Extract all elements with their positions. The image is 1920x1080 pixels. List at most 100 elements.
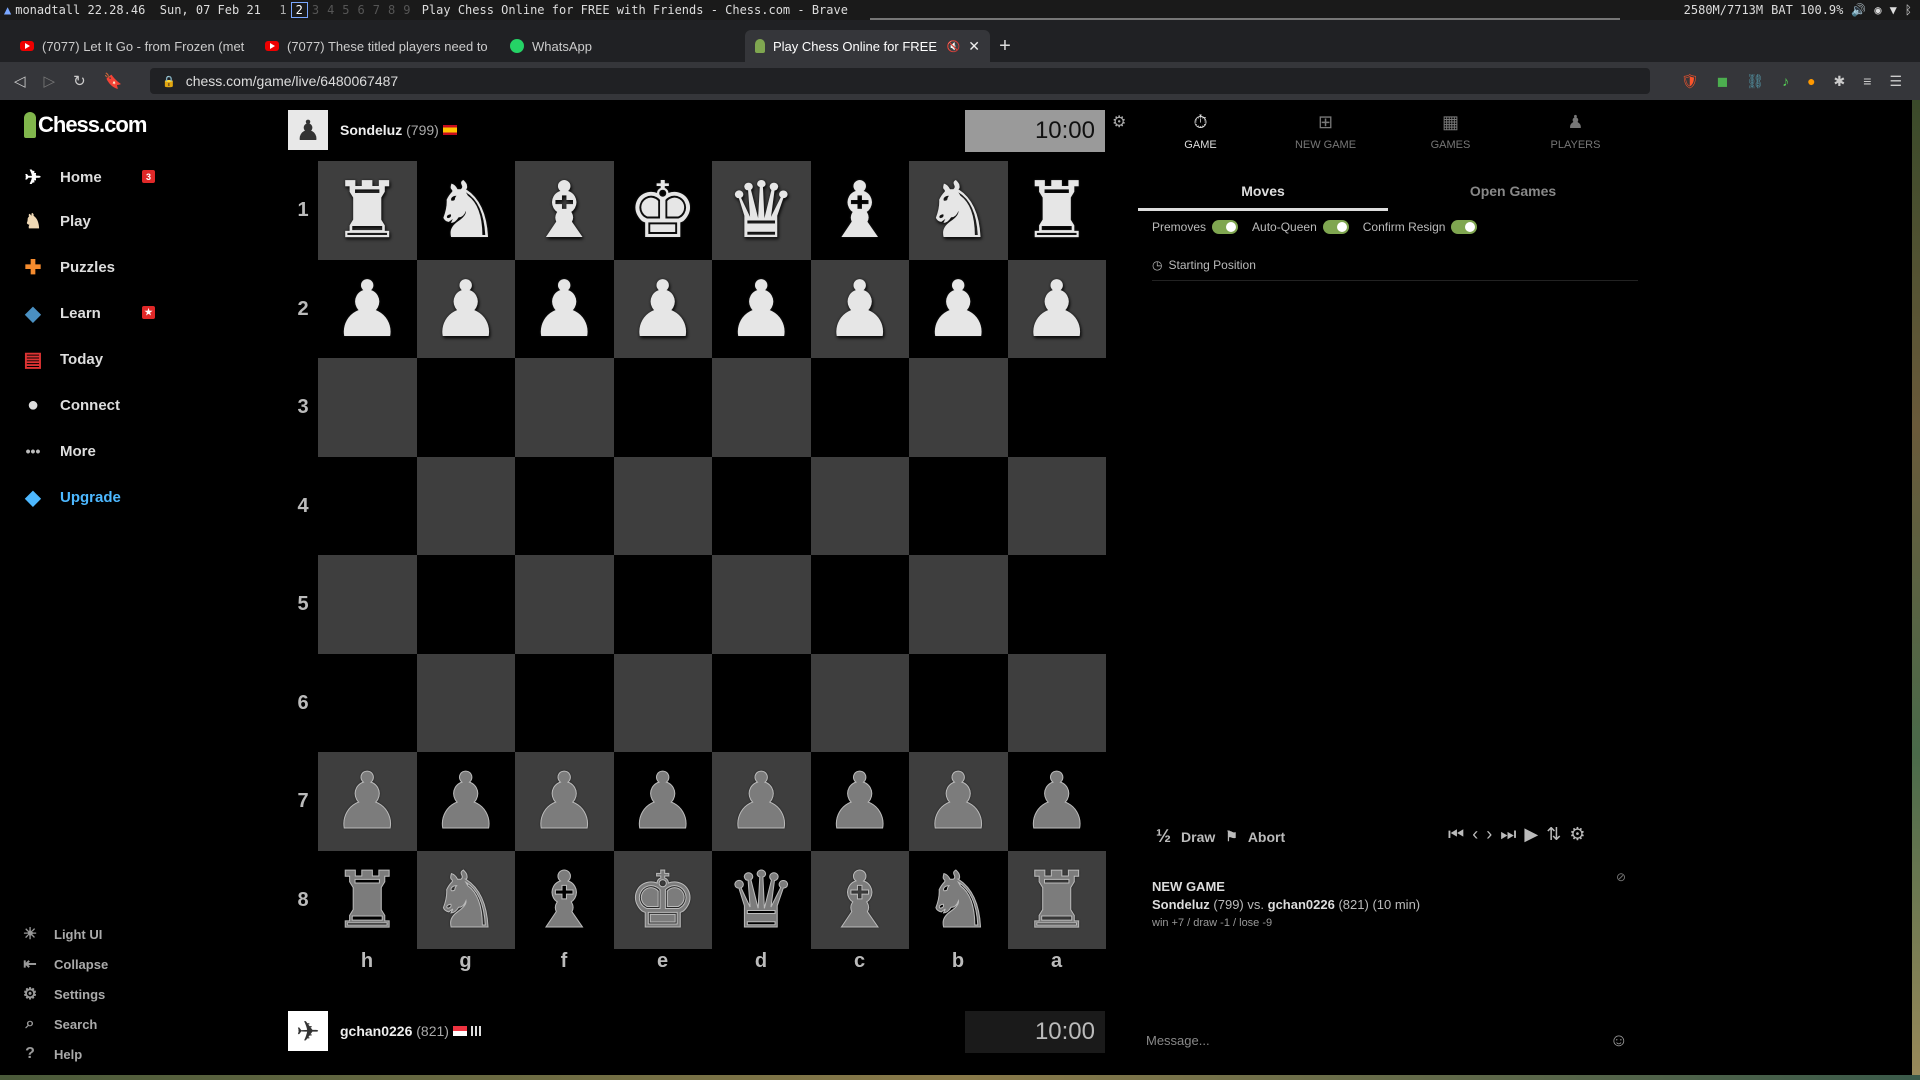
draw-button[interactable]: Draw: [1181, 829, 1215, 845]
white-pawn-icon[interactable]: ♟: [431, 270, 501, 348]
browser-tab[interactable]: (7077) Let It Go - from Frozen (met: [10, 30, 255, 62]
hide-chat-icon[interactable]: ⊘: [1616, 870, 1626, 884]
white-pawn-icon[interactable]: ♟: [1022, 270, 1092, 348]
menu-icon[interactable]: ☰: [1889, 73, 1902, 90]
board-square[interactable]: [1007, 653, 1106, 752]
extension-icon[interactable]: ◼: [1717, 73, 1729, 90]
board-settings-gear-icon[interactable]: ⚙: [1112, 112, 1126, 132]
next-move-icon[interactable]: ›: [1486, 824, 1492, 845]
panel-tab-game[interactable]: ⏱ GAME: [1138, 112, 1263, 162]
auto-queen-toggle[interactable]: [1322, 220, 1349, 234]
sidebar-search[interactable]: ⌕ Search: [20, 1012, 98, 1036]
extension-green-icon[interactable]: ♪: [1782, 73, 1789, 89]
board-square[interactable]: [810, 555, 909, 654]
board-square[interactable]: ♛: [712, 850, 811, 949]
board-square[interactable]: ♝: [515, 850, 614, 949]
board-square[interactable]: [810, 456, 909, 555]
board-square[interactable]: ♟: [613, 259, 712, 358]
sidebar-light-ui[interactable]: ☀ Light UI: [20, 922, 103, 946]
black-pawn-icon[interactable]: ♟: [923, 762, 994, 841]
board-square[interactable]: [909, 456, 1008, 555]
board-square[interactable]: ♟: [1007, 259, 1106, 358]
board-square[interactable]: [613, 456, 712, 555]
board-square[interactable]: ♟: [515, 752, 614, 851]
sidebar-item-connect[interactable]: ● Connect: [20, 390, 155, 420]
sidebar-item-learn[interactable]: ◆ Learn ★: [20, 298, 155, 328]
black-rook-icon[interactable]: ♜: [332, 860, 403, 939]
bookmark-icon[interactable]: 🔖: [104, 72, 123, 90]
volume-icon[interactable]: 🔊: [1851, 3, 1866, 17]
chess-board[interactable]: ♜ ♞ ♝ ♚ ♛ ♝ ♞ ♜ ♟ ♟ ♟ ♟ ♟ ♟ ♟ ♟ ♟ ♟ ♟ ♟ ♟ ♟ ♟ ♟ ♜ ♞ ♝ ♚ ♛ ♝ ♞ ♜: [318, 161, 1106, 949]
black-bishop-icon[interactable]: ♝: [824, 860, 895, 939]
board-square[interactable]: [810, 358, 909, 457]
white-pawn-icon[interactable]: ♟: [332, 270, 402, 348]
browser-tab[interactable]: Play Chess Online for FREE 🔇 ✕: [745, 30, 990, 62]
board-square[interactable]: [613, 358, 712, 457]
info-player1[interactable]: Sondeluz: [1152, 897, 1210, 912]
wifi-icon[interactable]: ▼: [1890, 3, 1897, 17]
sidebar-item-today[interactable]: ▤ Today: [20, 344, 155, 374]
black-rook-icon[interactable]: ♜: [1021, 860, 1092, 939]
black-pawn-icon[interactable]: ♟: [430, 762, 501, 841]
flip-board-icon[interactable]: ⇅: [1546, 824, 1561, 845]
board-square[interactable]: [613, 555, 712, 654]
back-icon[interactable]: ◁: [14, 72, 26, 90]
board-square[interactable]: ♟: [416, 752, 515, 851]
board-square[interactable]: ♚: [613, 850, 712, 949]
board-square[interactable]: ♜: [1007, 850, 1106, 949]
chess-logo[interactable]: Chess.com: [24, 112, 147, 138]
board-square[interactable]: ♚: [613, 161, 712, 260]
board-square[interactable]: [416, 555, 515, 654]
board-square[interactable]: ♟: [712, 259, 811, 358]
confirm-resign-toggle[interactable]: [1451, 220, 1478, 234]
first-move-icon[interactable]: ⏮: [1448, 824, 1464, 845]
board-square[interactable]: [318, 358, 417, 457]
white-rook-icon[interactable]: ♜: [1022, 171, 1092, 249]
black-pawn-icon[interactable]: ♟: [529, 762, 600, 841]
white-knight-icon[interactable]: ♞: [431, 171, 501, 249]
workspace-8[interactable]: 8: [384, 3, 399, 17]
black-knight-icon[interactable]: ♞: [430, 860, 501, 939]
black-knight-icon[interactable]: ♞: [923, 860, 994, 939]
board-square[interactable]: [909, 555, 1008, 654]
board-square[interactable]: ♟: [909, 752, 1008, 851]
board-square[interactable]: ♟: [909, 259, 1008, 358]
board-square[interactable]: ♟: [318, 259, 417, 358]
white-rook-icon[interactable]: ♜: [332, 171, 402, 249]
top-player-name[interactable]: Sondeluz: [340, 122, 402, 138]
white-pawn-icon[interactable]: ♟: [923, 270, 993, 348]
workspace-3[interactable]: 3: [308, 3, 323, 17]
browser-tab[interactable]: (7077) These titled players need to: [255, 30, 500, 62]
board-square[interactable]: [712, 456, 811, 555]
board-square[interactable]: ♟: [810, 752, 909, 851]
workspace-7[interactable]: 7: [369, 3, 384, 17]
black-pawn-icon[interactable]: ♟: [627, 762, 698, 841]
top-player-avatar[interactable]: ♟: [288, 110, 328, 150]
board-square[interactable]: ♝: [810, 161, 909, 260]
board-square[interactable]: [1007, 456, 1106, 555]
white-bishop-icon[interactable]: ♝: [825, 171, 895, 249]
bottom-player-name[interactable]: gchan0226: [340, 1023, 412, 1039]
board-square[interactable]: ♝: [515, 161, 614, 260]
board-square[interactable]: [515, 358, 614, 457]
board-square[interactable]: [515, 555, 614, 654]
reload-icon[interactable]: ↻: [73, 72, 86, 90]
board-square[interactable]: ♝: [810, 850, 909, 949]
board-square[interactable]: [712, 358, 811, 457]
close-tab-icon[interactable]: ✕: [968, 38, 980, 55]
board-square[interactable]: [1007, 358, 1106, 457]
board-square[interactable]: [416, 653, 515, 752]
location-icon[interactable]: ◉: [1874, 3, 1881, 17]
board-square[interactable]: ♜: [1007, 161, 1106, 260]
black-pawn-icon[interactable]: ♟: [1021, 762, 1092, 841]
board-square[interactable]: [416, 456, 515, 555]
workspace-6[interactable]: 6: [354, 3, 369, 17]
board-square[interactable]: [515, 653, 614, 752]
board-square[interactable]: [1007, 555, 1106, 654]
board-square[interactable]: ♟: [613, 752, 712, 851]
white-pawn-icon[interactable]: ♟: [628, 270, 698, 348]
board-square[interactable]: [909, 358, 1008, 457]
bluetooth-icon[interactable]: ᛒ: [1905, 3, 1912, 17]
sidebar-item-home[interactable]: ✈ Home 3: [20, 162, 155, 192]
workspace-2[interactable]: 2: [290, 2, 308, 18]
